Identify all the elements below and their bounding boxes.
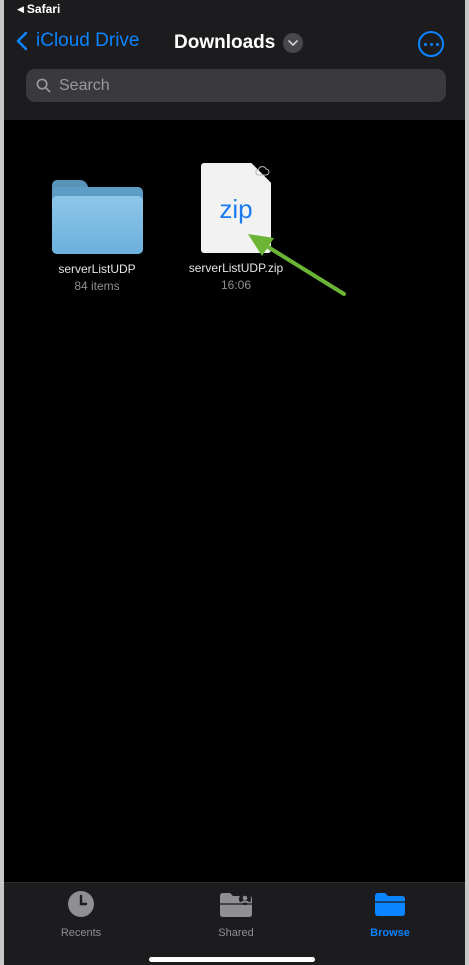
tab-recents[interactable]: Recents [36, 889, 126, 939]
files-app-window: ◀ Safari iCloud Drive Downloads Search s… [4, 0, 465, 965]
status-back-to-app[interactable]: ◀ Safari [17, 2, 60, 16]
search-bar[interactable] [26, 69, 446, 102]
back-button-label: iCloud Drive [36, 30, 140, 51]
ellipsis-dot [435, 42, 439, 46]
zip-badge-text: zip [219, 193, 253, 224]
search-input[interactable] [59, 76, 419, 95]
tab-browse-label: Browse [370, 927, 410, 939]
tab-browse[interactable]: Browse [345, 889, 435, 939]
chevron-down-icon[interactable] [283, 33, 304, 53]
shared-folder-icon [220, 893, 252, 917]
home-indicator[interactable] [149, 957, 315, 962]
folder-icon [375, 893, 405, 916]
item-name: serverListUDP [58, 262, 136, 276]
ellipsis-dot [429, 42, 433, 46]
file-item-folder[interactable]: serverListUDP 84 items [47, 180, 147, 293]
ellipsis-icon [423, 42, 427, 46]
icloud-status-icon [255, 166, 270, 176]
tab-bar: Recents Shared Browse [4, 882, 465, 965]
item-subtitle: 84 items [74, 279, 120, 293]
title-menu[interactable]: Downloads [174, 32, 304, 54]
status-back-label: Safari [26, 2, 61, 16]
clock-icon [68, 891, 94, 917]
back-button[interactable]: iCloud Drive [16, 30, 139, 52]
more-options-button[interactable] [418, 31, 444, 57]
tab-shared-label: Shared [218, 927, 254, 939]
back-triangle-icon: ◀ [17, 3, 24, 14]
navigation-header: ◀ Safari iCloud Drive Downloads [4, 0, 465, 120]
chevron-left-icon [16, 31, 28, 51]
tab-shared[interactable]: Shared [191, 889, 281, 939]
search-icon [36, 78, 51, 93]
page-title: Downloads [174, 32, 276, 53]
folder-icon [51, 180, 143, 254]
tab-recents-label: Recents [60, 927, 102, 939]
annotation-arrow-icon [248, 234, 346, 296]
